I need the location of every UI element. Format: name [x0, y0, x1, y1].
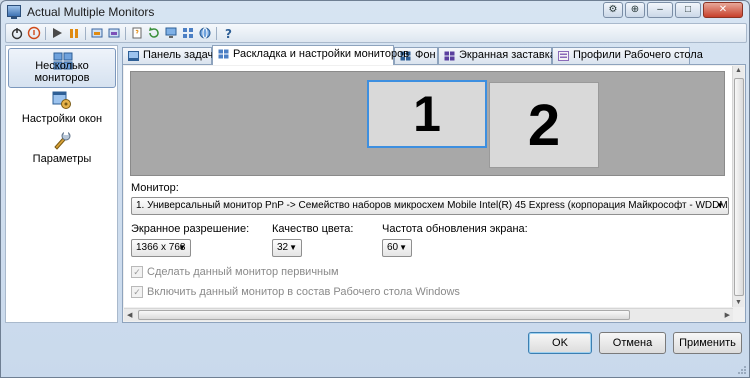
chevron-down-icon: ▼: [399, 243, 407, 252]
globe-icon[interactable]: [198, 26, 212, 40]
scroll-left-icon[interactable]: ◀: [127, 311, 132, 319]
sidebar-item-window-settings[interactable]: Настройки окон: [8, 88, 116, 128]
close-button[interactable]: ✕: [703, 2, 743, 18]
question-icon[interactable]: ?: [221, 26, 235, 40]
vertical-scroll-thumb[interactable]: [734, 78, 744, 296]
screensaver-icon: [444, 51, 455, 61]
scroll-right-icon[interactable]: ▶: [725, 311, 730, 319]
tab-desktop-profiles[interactable]: Профили Рабочего стола: [552, 47, 703, 64]
help-doc-icon[interactable]: [130, 26, 144, 40]
settings-title-icon[interactable]: ⚙: [603, 2, 623, 18]
chevron-down-icon: ▼: [289, 243, 297, 252]
app-window: Actual Multiple Monitors ⚙ ⊕ – □ ✕ ? Нес…: [0, 0, 750, 378]
grid-icon[interactable]: [181, 26, 195, 40]
window-settings-icon: [52, 91, 71, 109]
monitor-select-value: 1. Универсальный монитор PnP -> Семейств…: [136, 200, 729, 211]
pin-title-icon[interactable]: ⊕: [625, 2, 645, 18]
tab-bar: Панель задач Раскладка и настройки монит…: [122, 45, 746, 65]
monitor-label: Монитор:: [131, 182, 179, 194]
cancel-button[interactable]: Отмена: [599, 332, 666, 354]
include-monitor-checkbox[interactable]: ✓ Включить данный монитор в состав Рабоч…: [131, 286, 460, 298]
tab-label: Экранная заставка: [459, 49, 556, 61]
chevron-down-icon: ▼: [716, 201, 724, 210]
title-bar[interactable]: Actual Multiple Monitors ⚙ ⊕ – □ ✕: [1, 1, 749, 23]
color-quality-label: Качество цвета:: [272, 223, 354, 235]
pause-icon[interactable]: [67, 26, 81, 40]
tab-screensaver[interactable]: Экранная заставка: [438, 47, 556, 64]
tab-panel: 1 2 Монитор: 1. Универсальный монитор Pn…: [122, 64, 746, 323]
refresh-rate-select-value: 60: [387, 242, 399, 253]
scroll-up-icon[interactable]: ▲: [735, 67, 742, 74]
horizontal-scrollbar[interactable]: ◀ ▶: [124, 308, 733, 321]
primary-monitor-checkbox[interactable]: ✓ Сделать данный монитор первичным: [131, 266, 339, 278]
sidebar-item-label: Несколько мониторов: [34, 60, 90, 84]
maximize-button[interactable]: □: [675, 2, 701, 18]
tab-taskbar[interactable]: Панель задач: [122, 47, 214, 64]
tab-label: Панель задач: [143, 49, 214, 61]
sidebar-item-parameters[interactable]: Параметры: [8, 128, 116, 168]
apply-button[interactable]: Применить: [673, 332, 742, 354]
sidebar-item-label: Параметры: [32, 153, 92, 165]
window-title: Actual Multiple Monitors: [27, 5, 155, 19]
export-icon[interactable]: [107, 26, 121, 40]
svg-text:?: ?: [225, 27, 232, 40]
main-area: Панель задач Раскладка и настройки монит…: [122, 45, 746, 323]
taskbar-icon: [128, 51, 139, 61]
color-quality-select-value: 32: [277, 242, 289, 253]
chevron-down-icon: ▼: [178, 243, 186, 252]
sidebar-item-label: Настройки окон: [21, 113, 103, 125]
minimize-button[interactable]: –: [647, 2, 673, 18]
tab-label: Фон: [415, 49, 436, 61]
desktop-profiles-icon: [558, 51, 569, 61]
checkmark-icon: ✓: [131, 266, 143, 278]
resolution-label: Экранное разрешение:: [131, 223, 250, 235]
sidebar-item-multiple-monitors[interactable]: Несколько мониторов: [8, 48, 116, 88]
primary-monitor-label: Сделать данный монитор первичным: [147, 266, 339, 278]
layout-icon: [218, 49, 229, 59]
resolution-select[interactable]: 1366 x 768 ▼: [131, 239, 191, 257]
include-monitor-label: Включить данный монитор в состав Рабочег…: [147, 286, 460, 298]
toolbar: ?: [5, 23, 747, 43]
tab-label: Профили Рабочего стола: [573, 49, 703, 61]
monitor-icon[interactable]: [164, 26, 178, 40]
power-icon[interactable]: [10, 26, 24, 40]
checkmark-icon: ✓: [131, 286, 143, 298]
horizontal-scroll-thumb[interactable]: [138, 310, 630, 320]
refresh-rate-select[interactable]: 60 ▼: [382, 239, 412, 257]
stop-icon[interactable]: [27, 26, 41, 40]
monitor-layout-area[interactable]: 1 2: [130, 71, 725, 176]
tab-label: Раскладка и настройки мониторов: [233, 48, 410, 60]
app-icon: [7, 5, 21, 19]
refresh-rate-label: Частота обновления экрана:: [382, 223, 528, 235]
parameters-icon: [54, 131, 71, 150]
color-quality-select[interactable]: 32 ▼: [272, 239, 302, 257]
refresh-icon[interactable]: [147, 26, 161, 40]
tab-layout[interactable]: Раскладка и настройки мониторов: [212, 45, 409, 65]
vertical-scrollbar[interactable]: ▲ ▼: [732, 66, 744, 307]
sidebar: Несколько мониторов Настройки окон Парам…: [5, 45, 118, 323]
monitor-2-tile[interactable]: 2: [489, 82, 599, 168]
settings-content: 1 2 Монитор: 1. Универсальный монитор Pn…: [124, 66, 733, 307]
ok-button[interactable]: OK: [528, 332, 592, 354]
import-icon[interactable]: [90, 26, 104, 40]
play-icon[interactable]: [50, 26, 64, 40]
monitor-1-tile[interactable]: 1: [367, 80, 487, 148]
resize-grip-icon[interactable]: [737, 365, 747, 375]
scroll-down-icon[interactable]: ▼: [735, 299, 742, 306]
monitor-select[interactable]: 1. Универсальный монитор PnP -> Семейств…: [131, 197, 729, 215]
